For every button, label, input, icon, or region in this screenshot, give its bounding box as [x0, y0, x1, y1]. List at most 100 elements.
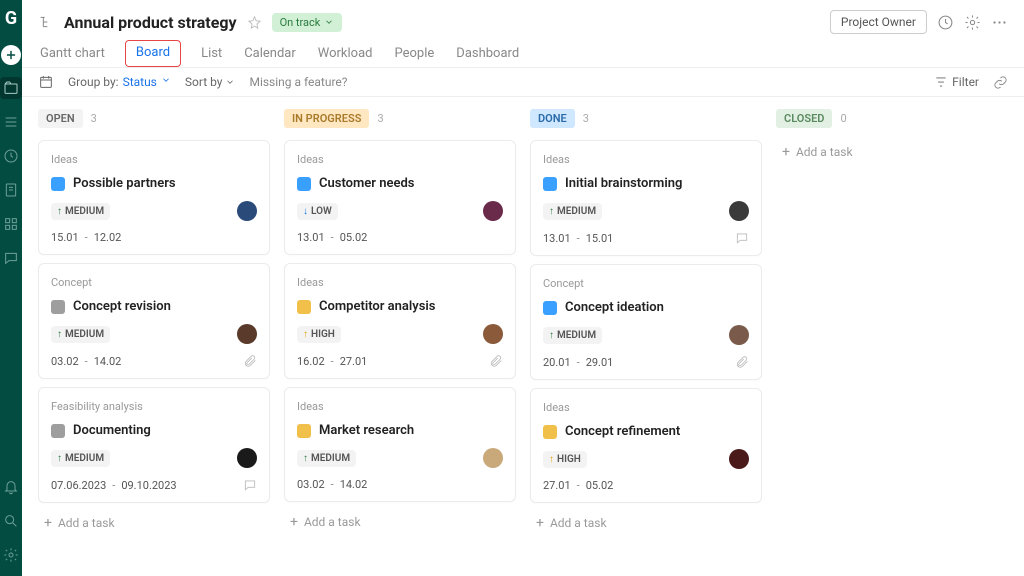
sidebar-projects-icon[interactable] [0, 77, 22, 99]
missing-feature-link[interactable]: Missing a feature? [249, 75, 347, 89]
card-title: Customer needs [319, 176, 414, 191]
card-title: Initial brainstorming [565, 176, 682, 191]
card-category: Ideas [543, 153, 749, 166]
tab-gantt-chart[interactable]: Gantt chart [38, 40, 107, 67]
assignee-avatar[interactable] [483, 448, 503, 468]
priority-label: MEDIUM [557, 206, 596, 217]
column-count: 3 [377, 112, 383, 125]
tab-board[interactable]: Board [125, 40, 181, 67]
column-label: IN PROGRESS [284, 109, 369, 128]
task-card[interactable]: IdeasInitial brainstorming↑MEDIUM13.01-1… [530, 140, 762, 256]
attachment-icon[interactable] [243, 354, 257, 368]
add-task-label: Add a task [304, 515, 361, 529]
task-card[interactable]: IdeasCompetitor analysis↑HIGH16.02-27.01 [284, 263, 516, 379]
card-title: Market research [319, 423, 414, 438]
settings-icon[interactable] [964, 14, 981, 31]
column-in-progress: IN PROGRESS3IdeasCustomer needs↓LOW13.01… [284, 109, 516, 564]
add-task-label: Add a task [796, 145, 853, 159]
end-date: 14.02 [340, 478, 368, 491]
assignee-avatar[interactable] [729, 449, 749, 469]
project-owner-button[interactable]: Project Owner [830, 10, 927, 34]
column-header: OPEN3 [38, 109, 270, 128]
filter-button[interactable]: Filter [934, 75, 979, 89]
column-label: CLOSED [776, 109, 832, 128]
arrow-up-icon: ↑ [549, 206, 554, 217]
start-date: 27.01 [543, 479, 571, 492]
date-separator: - [331, 355, 334, 368]
start-date: 03.02 [297, 478, 325, 491]
sidebar-time-icon[interactable] [0, 145, 22, 167]
sidebar-report-icon[interactable] [0, 179, 22, 201]
plus-icon: + [536, 515, 544, 531]
assignee-avatar[interactable] [237, 201, 257, 221]
category-chip-icon [297, 177, 311, 191]
add-task-button[interactable]: +Add a task [38, 511, 270, 535]
groupby-value: Status [123, 75, 157, 89]
task-card[interactable]: ConceptConcept revision↑MEDIUM03.02-14.0… [38, 263, 270, 379]
task-card[interactable]: Feasibility analysisDocumenting↑MEDIUM07… [38, 387, 270, 503]
groupby-label: Group by: [68, 75, 119, 89]
priority-badge: ↑MEDIUM [543, 327, 602, 344]
card-title-row: Possible partners [51, 176, 257, 191]
task-card[interactable]: ConceptConcept ideation↑MEDIUM20.01-29.0… [530, 264, 762, 380]
more-icon[interactable] [991, 14, 1008, 31]
tab-people[interactable]: People [393, 40, 437, 67]
attachment-icon[interactable] [735, 355, 749, 369]
link-icon[interactable] [993, 75, 1008, 90]
sidebar-grid-icon[interactable] [0, 213, 22, 235]
card-meta-row: ↓LOW [297, 201, 503, 221]
arrow-up-icon: ↑ [549, 330, 554, 341]
plus-icon: + [290, 514, 298, 530]
end-date: 27.01 [340, 355, 368, 368]
sortby[interactable]: Sort by [185, 75, 236, 89]
assignee-avatar[interactable] [237, 324, 257, 344]
plus-icon: + [44, 515, 52, 531]
hierarchy-icon[interactable] [38, 14, 54, 30]
priority-badge: ↑MEDIUM [543, 203, 602, 220]
history-icon[interactable] [937, 14, 954, 31]
sidebar-search-icon[interactable] [0, 510, 22, 532]
star-icon[interactable] [247, 15, 262, 30]
sidebar-bell-icon[interactable] [0, 476, 22, 498]
card-category: Feasibility analysis [51, 400, 257, 413]
start-date: 07.06.2023 [51, 479, 106, 492]
tab-dashboard[interactable]: Dashboard [454, 40, 521, 67]
category-chip-icon [51, 424, 65, 438]
card-meta-row: ↑HIGH [543, 449, 749, 469]
category-chip-icon [51, 177, 65, 191]
assignee-avatar[interactable] [483, 201, 503, 221]
sidebar-add-icon[interactable] [1, 45, 21, 65]
date-range: 03.02-14.02 [51, 354, 257, 368]
sidebar-settings-icon[interactable] [0, 544, 22, 566]
sidebar-chat-icon[interactable] [0, 247, 22, 269]
add-task-button[interactable]: + Add a task [284, 510, 516, 534]
task-card[interactable]: IdeasPossible partners↑MEDIUM15.01-12.02 [38, 140, 270, 255]
comment-icon[interactable] [735, 231, 749, 245]
date-separator: - [85, 355, 88, 368]
tab-workload[interactable]: Workload [316, 40, 375, 67]
toolbar: Group by: Status Sort by Missing a featu… [22, 67, 1024, 97]
date-separator: - [112, 479, 115, 492]
comment-icon[interactable] [243, 478, 257, 492]
sidebar-list-icon[interactable] [0, 111, 22, 133]
tab-calendar[interactable]: Calendar [242, 40, 298, 67]
filter-label: Filter [952, 75, 979, 89]
column-header: DONE3 [530, 109, 762, 128]
calendar-toggle-icon[interactable] [38, 74, 54, 90]
assignee-avatar[interactable] [729, 325, 749, 345]
attachment-icon[interactable] [489, 354, 503, 368]
task-card[interactable]: IdeasCustomer needs↓LOW13.01-05.02 [284, 140, 516, 255]
card-meta-row: ↑MEDIUM [51, 201, 257, 221]
task-card[interactable]: IdeasMarket research↑MEDIUM03.02-14.02 [284, 387, 516, 502]
assignee-avatar[interactable] [729, 201, 749, 221]
status-pill[interactable]: On track [272, 13, 343, 32]
groupby[interactable]: Group by: Status [68, 75, 171, 89]
add-task-button[interactable]: +Add a task [530, 511, 762, 535]
assignee-avatar[interactable] [483, 324, 503, 344]
task-card[interactable]: IdeasConcept refinement↑HIGH27.01-05.02 [530, 388, 762, 503]
card-title: Possible partners [73, 176, 176, 191]
tab-list[interactable]: List [199, 40, 224, 67]
end-date: 12.02 [94, 231, 122, 244]
assignee-avatar[interactable] [237, 448, 257, 468]
add-task-button[interactable]: +Add a task [776, 140, 1008, 164]
